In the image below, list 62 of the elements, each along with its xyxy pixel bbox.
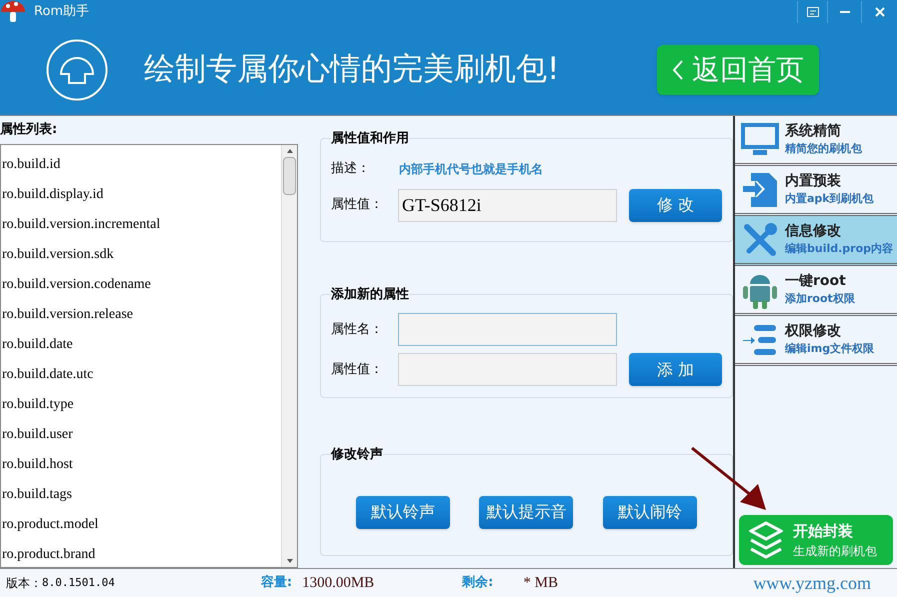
- property-value-label: 属性值：: [331, 196, 384, 214]
- property-list-item[interactable]: ro.build.version.release: [1, 299, 281, 329]
- property-list-item[interactable]: ro.build.version.codename: [1, 269, 281, 299]
- property-value-label: 属性值：: [331, 360, 384, 379]
- remaining-label: 剩余:: [462, 574, 494, 592]
- version-label: 版本：: [6, 575, 42, 592]
- description-text: 内部手机代号也就是手机名: [399, 160, 543, 178]
- file-import-icon: [741, 170, 779, 208]
- sidebar-item-subtitle: 内置apk到刷机包: [785, 191, 874, 208]
- property-list-item[interactable]: ro.build.date.utc: [1, 359, 281, 389]
- property-list-item[interactable]: ro.build.display.id: [1, 179, 281, 209]
- property-list-item[interactable]: ro.build.version.incremental: [1, 209, 281, 239]
- property-list-item[interactable]: ro.build.user: [1, 419, 281, 449]
- layers-icon: [749, 521, 783, 559]
- tools-icon: [741, 220, 779, 258]
- sidebar-item-title: 一键root: [785, 272, 847, 292]
- sidebar-item-title: 权限修改: [785, 322, 842, 342]
- sidebar-item-title: 信息修改: [785, 222, 842, 242]
- start-pack-subtitle: 生成新的刷机包: [793, 543, 877, 560]
- website-link[interactable]: www.yzmg.com: [753, 570, 871, 596]
- capacity-text: 1300.00MB: [302, 574, 374, 593]
- property-value-field[interactable]: [398, 353, 617, 386]
- property-list-item[interactable]: ro.product.model: [1, 509, 281, 539]
- property-value-field[interactable]: GT-S6812i: [398, 188, 617, 222]
- description-label: 描述：: [331, 160, 371, 178]
- property-list-item[interactable]: ro.product.brand: [1, 539, 281, 569]
- sidebar-item-subtitle: 编辑build.prop内容: [785, 241, 894, 258]
- chevron-left-icon: [672, 58, 684, 80]
- property-list-item[interactable]: ro.build.date: [1, 329, 281, 359]
- capacity-label: 容量:: [260, 574, 292, 592]
- add-button[interactable]: 添 加: [629, 353, 722, 386]
- property-list-title: 属性列表:: [0, 121, 58, 140]
- sidebar-item-subtitle: 编辑img文件权限: [785, 341, 874, 358]
- mushroom-icon: [46, 38, 108, 100]
- property-name-field[interactable]: [398, 313, 617, 346]
- property-list-item[interactable]: ro.build.host: [1, 449, 281, 479]
- banner-slogan: 绘制专属你心情的完美刷机包!: [144, 50, 560, 90]
- sidebar-item-title: 内置预装: [785, 172, 842, 192]
- version-text: 8.0.1501.04: [42, 574, 115, 591]
- property-list-item[interactable]: ro.build.version.sdk: [1, 239, 281, 269]
- property-list-item[interactable]: ro.build.id: [1, 149, 281, 179]
- property-list-item[interactable]: ro.build.tags: [1, 479, 281, 509]
- sidebar-item[interactable]: 信息修改 编辑build.prop内容: [735, 216, 897, 266]
- property-name-label: 属性名：: [331, 320, 384, 339]
- sidebar-item-subtitle: 精简您的刷机包: [785, 141, 862, 158]
- feedback-icon: [806, 7, 818, 17]
- close-icon: [874, 7, 884, 17]
- window-title: Rom助手: [34, 3, 90, 22]
- mushroom-logo-icon: [0, 0, 26, 25]
- minimize-icon: [840, 10, 850, 14]
- property-list-item[interactable]: ro.build.type: [1, 389, 281, 419]
- ringtone-button[interactable]: 默认闹铃: [603, 496, 698, 528]
- ringtone-button[interactable]: 默认提示音: [479, 496, 574, 528]
- sidebar-item-subtitle: 添加root权限: [785, 291, 855, 308]
- ringtone-button[interactable]: 默认铃声: [356, 496, 450, 528]
- scroll-thumb[interactable]: [283, 157, 296, 195]
- scrollbar[interactable]: [281, 145, 297, 567]
- sidebar-item-title: 系统精简: [785, 122, 842, 142]
- start-pack-title: 开始封装: [793, 520, 853, 542]
- modify-button[interactable]: 修 改: [629, 188, 722, 222]
- remaining-text: * MB: [523, 574, 558, 593]
- monitor-icon: [741, 122, 779, 158]
